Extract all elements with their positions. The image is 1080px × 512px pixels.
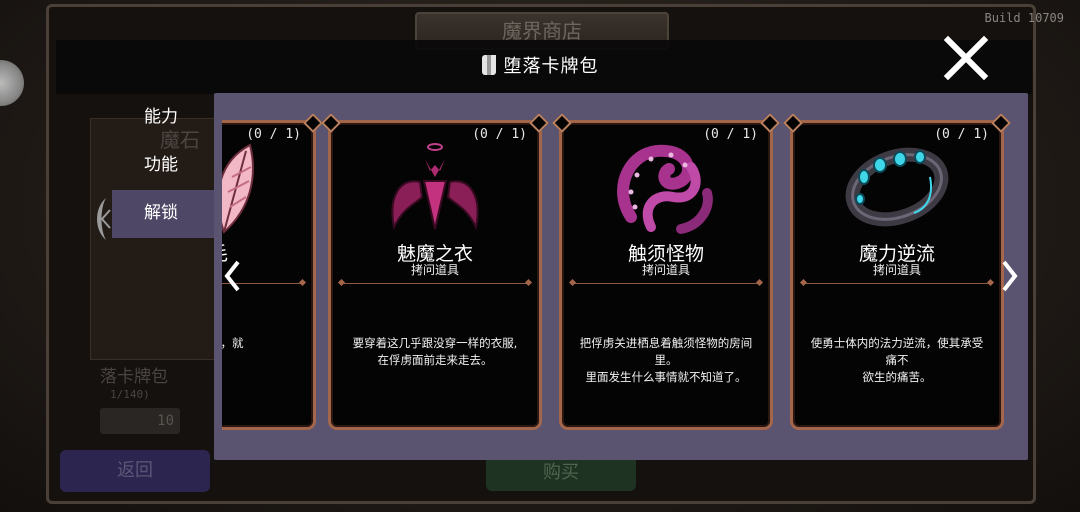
cards-carousel: (0 / 1) 羽毛 道具 触碰皮肤，就 痒。 (0 / 1) 魅魔之衣 拷问道… xyxy=(222,114,1020,436)
chevron-left-icon xyxy=(224,260,240,292)
desc-line: 在俘虏面前走来走去。 xyxy=(377,353,493,367)
tab-function[interactable]: 功能 xyxy=(112,142,214,190)
card-description: 要穿着这几乎跟没穿一样的衣服, 在俘虏面前走来走去。 xyxy=(345,335,525,369)
card-divider xyxy=(572,283,760,284)
mana-ring-icon xyxy=(845,147,949,227)
card-divider xyxy=(341,283,529,284)
next-arrow[interactable] xyxy=(1000,256,1020,296)
category-tabs: 能力 功能 解锁 xyxy=(112,94,214,238)
card-description: 触碰皮肤，就 痒。 xyxy=(222,335,299,369)
card-pack-icon xyxy=(481,55,496,75)
feather-icon xyxy=(222,143,254,234)
tentacle-monster-icon xyxy=(617,144,713,234)
tab-ability[interactable]: 能力 xyxy=(112,94,214,142)
card-type: 拷问道具 xyxy=(641,263,690,277)
close-button[interactable] xyxy=(938,30,994,86)
close-icon xyxy=(943,35,989,81)
desc-line: 痒。 xyxy=(222,352,299,369)
card-description: 使勇士体内的法力逆流，使其承受痛不 欲生的痛苦。 xyxy=(807,335,987,386)
pack-count: 1/140) xyxy=(110,388,150,401)
buy-button: 购买 xyxy=(486,455,636,491)
card-tentacle-monster[interactable]: (0 / 1) 触须怪物 拷问道具 把俘虏关进栖息着触须怪物的房间里。 里面发生… xyxy=(559,120,773,430)
card-description: 把俘虏关进栖息着触须怪物的房间里。 里面发生什么事情就不知道了。 xyxy=(576,335,756,386)
modal-title: 堕落卡牌包 xyxy=(0,42,1080,92)
pack-label: 落卡牌包 xyxy=(100,367,168,387)
back-button: 返回 xyxy=(60,450,210,492)
build-label: Build 10709 xyxy=(984,11,1064,25)
card-succubus-outfit[interactable]: (0 / 1) 魅魔之衣 拷问道具 要穿着这几乎跟没穿一样的衣服, 在俘虏面前走… xyxy=(328,120,542,430)
modal-title-text: 堕落卡牌包 xyxy=(503,56,599,77)
succubus-outfit-icon xyxy=(391,143,479,231)
desc-line: 要穿着这几乎跟没穿一样的衣服, xyxy=(352,336,518,350)
desc-line: 里面发生什么事情就不知道了。 xyxy=(585,370,747,384)
desc-line: 触碰皮肤，就 xyxy=(222,336,244,350)
chevron-right-icon xyxy=(1002,260,1018,292)
desc-line: 使勇士体内的法力逆流，使其承受痛不 xyxy=(810,336,984,367)
card-type: 拷问道具 xyxy=(872,263,921,277)
tab-unlock[interactable]: 解锁 xyxy=(112,190,214,238)
prev-arrow[interactable] xyxy=(222,256,242,296)
desc-line: 欲生的痛苦。 xyxy=(862,370,932,384)
desc-line: 把俘虏关进栖息着触须怪物的房间里。 xyxy=(579,336,753,367)
card-type: 拷问道具 xyxy=(410,263,459,277)
card-mana-backflow[interactable]: (0 / 1) 魔力逆流 拷问道具 使勇士体内的法力逆流，使其承受痛不 欲生的痛… xyxy=(790,120,1004,430)
card-divider xyxy=(803,283,991,284)
quantity-field: 10 xyxy=(100,408,180,434)
ornament-icon xyxy=(97,198,111,240)
